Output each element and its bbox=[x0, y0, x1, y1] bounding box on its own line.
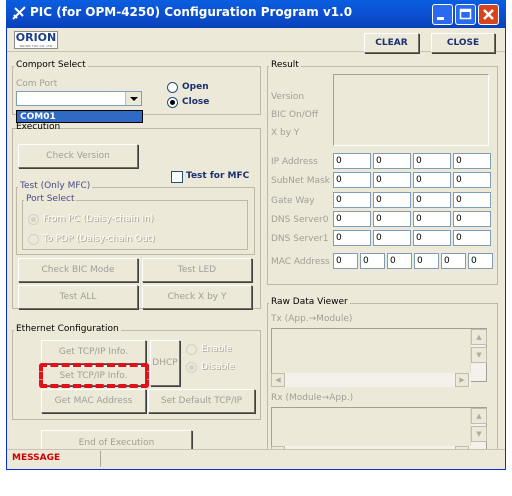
subnet-octet-3[interactable]: 0 bbox=[413, 172, 451, 188]
ethernet-group-label: Ethernet Configuration bbox=[14, 324, 121, 334]
test-mfc-label: Test for MFC bbox=[186, 171, 250, 181]
test-mfc-checkbox[interactable] bbox=[171, 171, 183, 183]
gateway-label: Gate Way bbox=[271, 196, 315, 206]
status-message: MESSAGE bbox=[12, 453, 61, 463]
version-label: Version bbox=[271, 92, 305, 102]
dns0-octet-2[interactable]: 0 bbox=[373, 211, 411, 227]
comport-group-label: Comport Select bbox=[14, 60, 88, 70]
window-title: PIC (for OPM-4250) Configuration Program… bbox=[30, 5, 353, 19]
close-radio[interactable] bbox=[167, 97, 178, 108]
scroll-right-icon[interactable]: ▶ bbox=[455, 373, 469, 387]
ip-address-label: IP Address bbox=[271, 157, 318, 167]
status-divider bbox=[100, 451, 101, 467]
tx-label: Tx (App.→Module) bbox=[271, 314, 353, 324]
close-button[interactable]: CLOSE bbox=[431, 33, 495, 53]
mac-byte-5[interactable]: 0 bbox=[441, 253, 466, 269]
test-all-button[interactable]: Test ALL bbox=[18, 285, 138, 309]
rx-label: Rx (Module→App.) bbox=[271, 393, 354, 403]
gateway-octet-1[interactable]: 0 bbox=[333, 192, 371, 208]
get-mac-button[interactable]: Get MAC Address bbox=[41, 389, 146, 413]
maximize-button[interactable] bbox=[455, 4, 476, 25]
subnet-octet-2[interactable]: 0 bbox=[373, 172, 411, 188]
dns0-octet-3[interactable]: 0 bbox=[413, 211, 451, 227]
dns-server1-label: DNS Server1 bbox=[271, 234, 329, 244]
status-bar bbox=[7, 449, 505, 469]
subnet-mask-label: SubNet Mask bbox=[271, 176, 330, 186]
ip-octet-2[interactable]: 0 bbox=[373, 153, 411, 169]
close-icon bbox=[483, 9, 494, 20]
check-version-button[interactable]: Check Version bbox=[18, 144, 138, 168]
mac-byte-6[interactable]: 0 bbox=[468, 253, 493, 269]
com-port-label: Com Port bbox=[16, 79, 58, 89]
gateway-octet-4[interactable]: 0 bbox=[453, 192, 491, 208]
set-tcpip-highlight bbox=[39, 363, 149, 388]
check-bic-mode-button[interactable]: Check BIC Mode bbox=[18, 258, 138, 282]
dns1-octet-1[interactable]: 0 bbox=[333, 230, 371, 246]
bic-on-off-label: BIC On/Off bbox=[271, 110, 319, 120]
maximize-icon bbox=[459, 8, 472, 20]
subnet-octet-4[interactable]: 0 bbox=[453, 172, 491, 188]
dns0-octet-4[interactable]: 0 bbox=[453, 211, 491, 227]
chevron-down-icon bbox=[130, 97, 138, 101]
dhcp-enable-label: Enable bbox=[201, 344, 232, 354]
open-label: Open bbox=[182, 82, 209, 92]
mac-byte-4[interactable]: 0 bbox=[414, 253, 439, 269]
set-default-tcpip-button[interactable]: Set Default TCP/IP bbox=[148, 389, 255, 413]
from-pc-radio[interactable] bbox=[28, 214, 39, 225]
dns1-octet-3[interactable]: 0 bbox=[413, 230, 451, 246]
scroll-down-icon[interactable]: ▼ bbox=[471, 347, 487, 363]
from-pc-label: From PC (Daisy-chain In) bbox=[43, 214, 154, 224]
gateway-octet-2[interactable]: 0 bbox=[373, 192, 411, 208]
x-by-y-label: X by Y bbox=[271, 128, 300, 138]
open-radio[interactable] bbox=[167, 82, 178, 93]
result-display bbox=[333, 74, 489, 146]
dhcp-enable-radio[interactable] bbox=[186, 344, 197, 355]
tx-horizontal-scrollbar[interactable]: ◀ ▶ bbox=[271, 373, 471, 387]
scroll-down-icon[interactable]: ▼ bbox=[471, 426, 487, 442]
test-only-mfc-label: Test (Only MFC) bbox=[18, 181, 93, 191]
check-x-by-y-button[interactable]: Check X by Y bbox=[142, 285, 252, 309]
ip-octet-1[interactable]: 0 bbox=[333, 153, 371, 169]
window-close-button[interactable] bbox=[478, 4, 499, 25]
dhcp-disable-radio[interactable] bbox=[186, 362, 197, 373]
ip-octet-4[interactable]: 0 bbox=[453, 153, 491, 169]
dhcp-disable-label: Disable bbox=[201, 362, 235, 372]
gateway-octet-3[interactable]: 0 bbox=[413, 192, 451, 208]
ip-octet-3[interactable]: 0 bbox=[413, 153, 451, 169]
result-group-label: Result bbox=[269, 60, 301, 70]
scroll-up-icon[interactable]: ▲ bbox=[471, 408, 487, 424]
dns1-octet-2[interactable]: 0 bbox=[373, 230, 411, 246]
scroll-left-icon[interactable]: ◀ bbox=[271, 373, 285, 387]
tx-vertical-scrollbar[interactable]: ▲ ▼ bbox=[470, 329, 487, 381]
test-led-button[interactable]: Test LED bbox=[142, 258, 252, 282]
raw-data-group-label: Raw Data Viewer bbox=[269, 297, 350, 307]
to-pdp-radio[interactable] bbox=[28, 234, 39, 245]
logo-text: ORION bbox=[15, 31, 57, 44]
pic-satellite-icon bbox=[12, 6, 26, 20]
dns1-octet-4[interactable]: 0 bbox=[453, 230, 491, 246]
com-port-select[interactable] bbox=[16, 91, 142, 106]
dns-server0-label: DNS Server0 bbox=[271, 215, 329, 225]
clear-button[interactable]: CLEAR bbox=[364, 33, 419, 53]
get-tcpip-button[interactable]: Get TCP/IP Info. bbox=[41, 340, 146, 364]
mac-byte-2[interactable]: 0 bbox=[360, 253, 385, 269]
port-select-label: Port Select bbox=[24, 194, 77, 204]
orion-logo: ORION ORION TOP CO. LTD bbox=[14, 31, 58, 49]
dropdown-button[interactable] bbox=[125, 92, 141, 105]
execution-group-label: Execution bbox=[16, 122, 61, 132]
mac-byte-1[interactable]: 0 bbox=[333, 253, 358, 269]
minimize-icon bbox=[437, 17, 444, 20]
mac-address-label: MAC Address bbox=[271, 257, 330, 267]
subnet-octet-1[interactable]: 0 bbox=[333, 172, 371, 188]
close-label: Close bbox=[182, 97, 210, 107]
dhcp-button[interactable]: DHCP bbox=[150, 340, 180, 386]
to-pdp-label: To PDP (Daisy-chain Out) bbox=[43, 234, 155, 244]
minimize-button[interactable] bbox=[432, 4, 453, 25]
logo-subtext: ORION TOP CO. LTD bbox=[19, 44, 53, 48]
scroll-up-icon[interactable]: ▲ bbox=[471, 329, 487, 345]
dns0-octet-1[interactable]: 0 bbox=[333, 211, 371, 227]
mac-byte-3[interactable]: 0 bbox=[387, 253, 412, 269]
